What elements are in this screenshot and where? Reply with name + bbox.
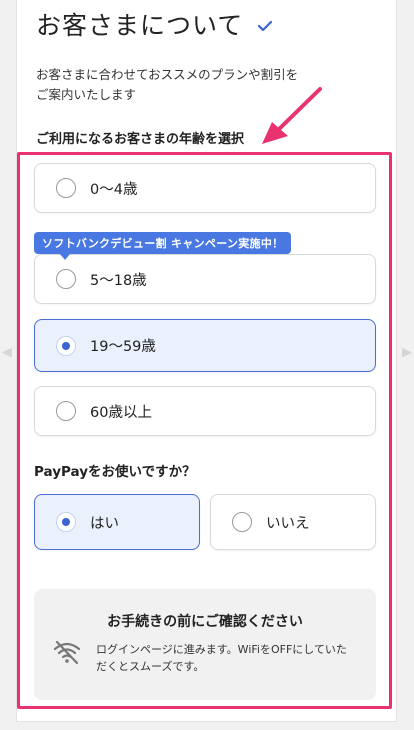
notice-title: お手続きの前にご確認ください <box>107 614 303 630</box>
paypay-option-yes[interactable]: はい <box>34 494 200 550</box>
age-option-label: 60歳以上 <box>90 404 152 421</box>
age-option-label: 19〜59歳 <box>90 339 156 355</box>
wifi-off-icon <box>53 640 81 665</box>
pink-arrow-icon <box>262 87 322 144</box>
page-title: お客さまについて <box>36 11 244 40</box>
radio-icon[interactable] <box>56 401 76 421</box>
intro-line: お客さまに合わせておススメのプランや割引を <box>36 67 299 82</box>
chevron-left-icon[interactable]: ◀ <box>2 345 12 360</box>
paypay-option-label: いいえ <box>266 515 310 532</box>
notice-line: だくとスムーズです。 <box>96 660 205 673</box>
age-option-5-18[interactable]: 5〜18歳 <box>34 254 376 304</box>
age-option-60-plus[interactable]: 60歳以上 <box>34 386 376 436</box>
radio-icon[interactable] <box>56 269 76 289</box>
title-row: お客さまについて <box>36 6 273 42</box>
campaign-badge: ソフトバンクデビュー割 キャンペーン実施中！ <box>34 232 292 260</box>
paypay-option-no[interactable]: いいえ <box>210 494 376 550</box>
notice-text: ログインページに進みます。WiFiをOFFにしていた だくとスムーズです。 <box>96 641 362 675</box>
age-section-heading: ご利用になるお客さまの年齢を選択 <box>36 132 245 147</box>
notice-line: ログインページに進みます。WiFiをOFFにしていた <box>96 643 347 656</box>
paypay-option-label: はい <box>90 515 119 532</box>
radio-selected-icon[interactable] <box>56 512 76 532</box>
age-option-label: 0〜4歳 <box>90 181 138 198</box>
radio-icon[interactable] <box>56 178 76 198</box>
age-option-0-4[interactable]: 0〜4歳 <box>34 163 376 213</box>
check-icon <box>258 20 273 32</box>
age-option-19-59[interactable]: 19〜59歳 <box>34 319 376 372</box>
chevron-right-icon[interactable]: ▶ <box>402 345 412 360</box>
age-option-label: 5〜18歳 <box>90 272 147 289</box>
radio-icon[interactable] <box>232 512 252 532</box>
paypay-section-heading: PayPayをお使いですか？ <box>34 464 196 480</box>
radio-selected-icon[interactable] <box>56 335 76 356</box>
notice-box: お手続きの前にご確認ください ログインページに進みます。WiFiをOFFにしてい… <box>34 589 376 700</box>
